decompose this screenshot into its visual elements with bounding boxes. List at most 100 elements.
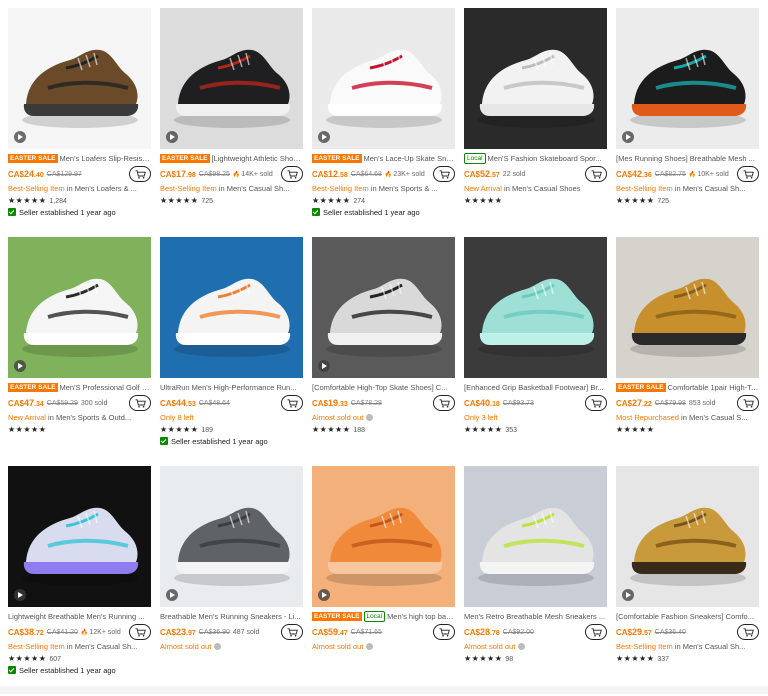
product-card[interactable]: EASTER SALEMen'S Professional Golf Foot.… [8, 237, 151, 466]
product-image[interactable] [616, 466, 759, 607]
product-image[interactable] [312, 466, 455, 607]
flame-icon: 🔥 [688, 171, 697, 178]
product-image[interactable] [160, 8, 303, 149]
product-card[interactable]: Men's Retro Breathable Mesh Sneakers ...… [464, 466, 607, 696]
add-to-cart-button[interactable] [129, 166, 151, 182]
product-title[interactable]: [Comfortable Fashion Sneakers] Comfo... [616, 611, 759, 623]
rank-line[interactable]: Best-Selling Item in Men's Casual Sh... [8, 641, 151, 653]
sold-count: 853 sold [688, 399, 716, 407]
cart-icon [439, 627, 450, 637]
video-play-icon[interactable] [14, 360, 26, 372]
add-to-cart-button[interactable] [737, 166, 759, 182]
product-image[interactable] [8, 8, 151, 149]
rank-line[interactable]: New Arrival in Men's Casual Shoes [464, 183, 607, 195]
rating: ★★★★★ 725 [160, 195, 303, 207]
product-image[interactable] [8, 466, 151, 607]
add-to-cart-button[interactable] [129, 624, 151, 640]
product-image[interactable] [8, 237, 151, 378]
info-icon[interactable] [518, 643, 526, 650]
product-title[interactable]: UltraRun Men's High-Performance Run... [160, 382, 303, 394]
star-icons: ★★★★★ [8, 654, 47, 663]
product-card[interactable]: Breathable Men's Running Sneakers - Li..… [160, 466, 303, 696]
product-title[interactable]: EASTER SALEMen's Lace-Up Skate Sneaker..… [312, 153, 455, 165]
video-play-icon[interactable] [318, 589, 330, 601]
product-card[interactable]: [Comfortable High-Top Skate Shoes] C... C… [312, 237, 455, 466]
product-title[interactable]: EASTER SALELocalMen's high top baske... [312, 611, 455, 623]
product-card[interactable]: [Enhanced Grip Basketball Footwear] Br..… [464, 237, 607, 466]
rank-line[interactable]: Most Repurchased in Men's Casual S... [616, 412, 759, 424]
product-image[interactable] [464, 8, 607, 149]
price-row: CA$44.53 CA$48.64 [160, 394, 303, 412]
video-play-icon[interactable] [318, 360, 330, 372]
product-card[interactable]: Local Men'S Fashion Skateboard Spor... CA$… [464, 8, 607, 237]
product-title[interactable]: Lightweight Breathable Men's Running ... [8, 611, 151, 623]
add-to-cart-button[interactable] [129, 395, 151, 411]
info-icon[interactable] [366, 643, 374, 650]
add-to-cart-button[interactable] [433, 624, 455, 640]
video-play-icon[interactable] [166, 589, 178, 601]
product-image[interactable] [160, 466, 303, 607]
add-to-cart-button[interactable] [737, 624, 759, 640]
cart-icon [135, 398, 146, 408]
product-title[interactable]: Men's Retro Breathable Mesh Sneakers ... [464, 611, 607, 623]
rank-line[interactable]: Best-Selling Item in Men's Sports & ... [312, 183, 455, 195]
rank-line[interactable]: Best-Selling Item in Men's Casual Sh... [616, 183, 759, 195]
product-title[interactable]: EASTER SALEMen'S Professional Golf Foot.… [8, 382, 151, 394]
original-price: CA$71.65 [350, 628, 382, 636]
product-card[interactable]: EASTER SALE [Lightweight Athletic Shoes] … [160, 8, 303, 237]
rank-line[interactable]: New Arrival in Men's Sports & Outd... [8, 412, 151, 424]
add-to-cart-button[interactable] [737, 395, 759, 411]
product-image[interactable] [616, 237, 759, 378]
info-icon[interactable] [366, 414, 374, 421]
product-title[interactable]: [Mes Running Shoes] Breathable Mesh ... [616, 153, 759, 165]
original-price: CA$59.29 [46, 399, 78, 407]
product-card[interactable]: UltraRun Men's High-Performance Run... CA… [160, 237, 303, 466]
video-play-icon[interactable] [622, 131, 634, 143]
add-to-cart-button[interactable] [585, 166, 607, 182]
price-currency: CA$ [464, 628, 481, 637]
video-play-icon[interactable] [318, 131, 330, 143]
rank-highlight: New Arrival [8, 413, 46, 422]
add-to-cart-button[interactable] [585, 624, 607, 640]
add-to-cart-button[interactable] [281, 624, 303, 640]
product-title[interactable]: [Comfortable High-Top Skate Shoes] C... [312, 382, 455, 394]
product-card[interactable]: EASTER SALEMen's Lace-Up Skate Sneaker..… [312, 8, 455, 237]
rating: ★★★★★ 188 [312, 424, 455, 436]
rank-line[interactable]: Best-Selling Item in Men's Casual Sh... [616, 641, 759, 653]
video-play-icon[interactable] [166, 131, 178, 143]
product-image[interactable] [312, 237, 455, 378]
product-title[interactable]: Local Men'S Fashion Skateboard Spor... [464, 153, 607, 165]
product-title[interactable]: Breathable Men's Running Sneakers - Li..… [160, 611, 303, 623]
product-image[interactable] [464, 466, 607, 607]
rank-line[interactable]: Best-Selling Item in Men's Loafers & ... [8, 183, 151, 195]
price-currency: CA$ [160, 170, 177, 179]
product-title[interactable]: EASTER SALE Men's Loafers Slip-Resistant … [8, 153, 151, 165]
product-title[interactable]: EASTER SALE [Lightweight Athletic Shoes] … [160, 153, 303, 165]
add-to-cart-button[interactable] [433, 395, 455, 411]
price-integer: 38 [24, 627, 35, 637]
product-image[interactable] [160, 237, 303, 378]
rank-line[interactable]: Best-Selling Item in Men's Casual Sh... [160, 183, 303, 195]
product-image[interactable] [312, 8, 455, 149]
product-title[interactable]: EASTER SALE Comfortable 1pair High-Top ..… [616, 382, 759, 394]
product-card[interactable]: [Comfortable Fashion Sneakers] Comfo... C… [616, 466, 759, 696]
product-card[interactable]: EASTER SALE Comfortable 1pair High-Top ..… [616, 237, 759, 466]
shoe-photo [160, 8, 303, 149]
product-image[interactable] [464, 237, 607, 378]
product-title[interactable]: [Enhanced Grip Basketball Footwear] Br..… [464, 382, 607, 394]
product-card[interactable]: EASTER SALELocalMen's high top baske... C… [312, 466, 455, 696]
add-to-cart-button[interactable] [585, 395, 607, 411]
add-to-cart-button[interactable] [281, 166, 303, 182]
video-play-icon[interactable] [14, 589, 26, 601]
product-image[interactable] [616, 8, 759, 149]
cart-icon [287, 398, 298, 408]
video-play-icon[interactable] [622, 589, 634, 601]
add-to-cart-button[interactable] [433, 166, 455, 182]
product-card[interactable]: EASTER SALE Men's Loafers Slip-Resistant … [8, 8, 151, 237]
flame-icon: 🔥 [232, 171, 241, 178]
video-play-icon[interactable] [14, 131, 26, 143]
add-to-cart-button[interactable] [281, 395, 303, 411]
info-icon[interactable] [214, 643, 222, 650]
product-card[interactable]: [Mes Running Shoes] Breathable Mesh ... C… [616, 8, 759, 237]
product-card[interactable]: Lightweight Breathable Men's Running ...… [8, 466, 151, 696]
